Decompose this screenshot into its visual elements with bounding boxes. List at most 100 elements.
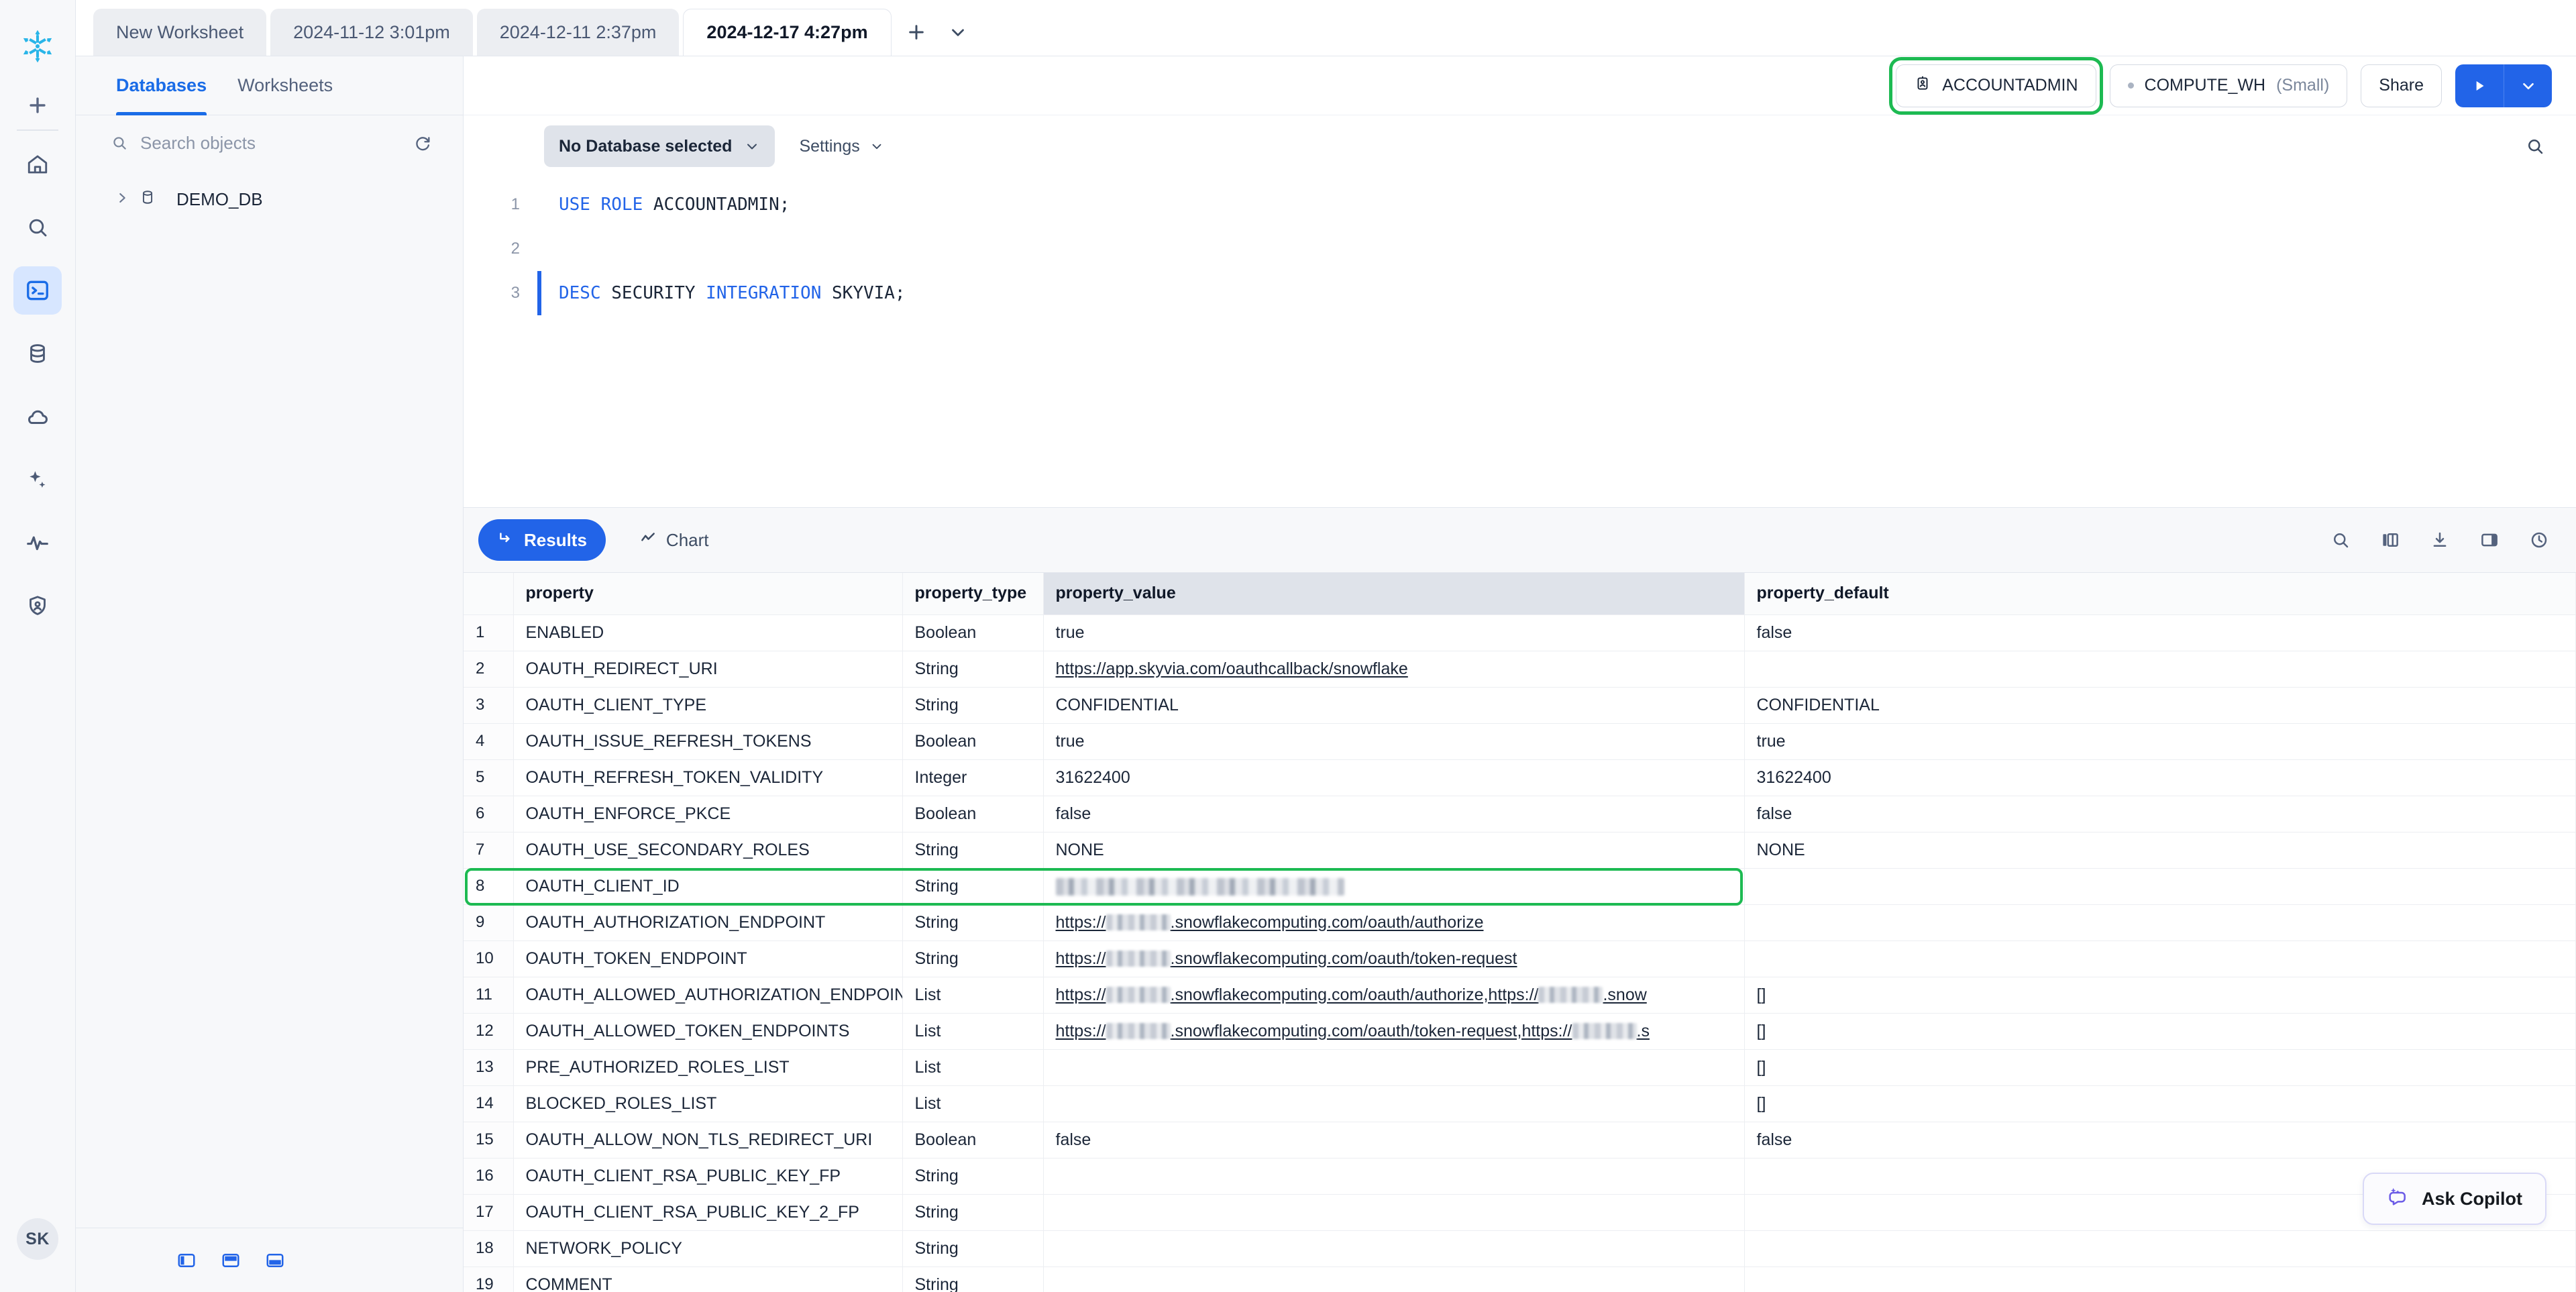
table-row[interactable]: 12 OAUTH_ALLOWED_TOKEN_ENDPOINTS List https… bbox=[464, 1013, 2576, 1050]
results-grid-wrapper[interactable]: property property_type property_value pr… bbox=[464, 572, 2576, 1292]
ask-copilot-button[interactable]: Ask Copilot bbox=[2362, 1173, 2546, 1225]
cell-property-default[interactable]: NONE bbox=[1744, 832, 2576, 869]
table-row[interactable]: 13 PRE_AUTHORIZED_ROLES_LIST List [] bbox=[464, 1049, 2576, 1086]
cell-property-value[interactable]: https://app.skyvia.com/oauthcallback/sno… bbox=[1043, 651, 1745, 688]
table-row[interactable]: 14 BLOCKED_ROLES_LIST List [] bbox=[464, 1085, 2576, 1122]
panel-bottom-icon[interactable] bbox=[221, 1250, 241, 1271]
cell-property-type[interactable]: String bbox=[902, 1158, 1044, 1195]
cell-property-default[interactable] bbox=[1744, 940, 2576, 977]
cell-property[interactable]: OAUTH_ALLOW_NON_TLS_REDIRECT_URI bbox=[513, 1122, 903, 1159]
table-row[interactable]: 2 OAUTH_REDIRECT_URI String https://app.sky… bbox=[464, 651, 2576, 688]
worksheet-tab-0[interactable]: New Worksheet bbox=[93, 9, 267, 56]
plus-icon[interactable] bbox=[896, 9, 937, 56]
cell-property-value[interactable]: false bbox=[1043, 796, 1745, 832]
cell-property-value[interactable] bbox=[1043, 1158, 1745, 1195]
cell-property-type[interactable]: List bbox=[902, 1085, 1044, 1122]
table-row[interactable]: 3 OAUTH_CLIENT_TYPE String CONFIDENTIAL CONF… bbox=[464, 687, 2576, 724]
settings-menu[interactable]: Settings bbox=[799, 137, 883, 156]
cell-property-type[interactable]: Boolean bbox=[902, 1122, 1044, 1159]
cell-property-value[interactable]: https://.snowflakecomputing.com/oauth/au… bbox=[1043, 904, 1745, 941]
marketplace-cloud-icon[interactable] bbox=[13, 392, 62, 441]
cell-property-default[interactable]: false bbox=[1744, 614, 2576, 651]
split-panel-icon[interactable] bbox=[2479, 530, 2500, 550]
cell-property-default[interactable]: [] bbox=[1744, 1085, 2576, 1122]
cell-property-value[interactable] bbox=[1043, 1194, 1745, 1231]
worksheet-tab-2[interactable]: 2024-12-11 2:37pm bbox=[476, 9, 680, 56]
cell-property-type[interactable]: String bbox=[902, 687, 1044, 724]
cell-property[interactable]: OAUTH_TOKEN_ENDPOINT bbox=[513, 940, 903, 977]
column-header-property-value[interactable]: property_value bbox=[1043, 573, 1745, 615]
cell-property-default[interactable]: [] bbox=[1744, 1049, 2576, 1086]
cell-property-type[interactable]: String bbox=[902, 904, 1044, 941]
cell-property[interactable]: OAUTH_CLIENT_TYPE bbox=[513, 687, 903, 724]
chevron-down-icon[interactable] bbox=[2504, 64, 2552, 107]
table-row[interactable]: 16 OAUTH_CLIENT_RSA_PUBLIC_KEY_FP String bbox=[464, 1158, 2576, 1195]
cell-property-default[interactable]: true bbox=[1744, 723, 2576, 760]
cell-property-default[interactable]: [] bbox=[1744, 1013, 2576, 1050]
cell-property-type[interactable]: String bbox=[902, 1267, 1044, 1292]
table-row[interactable]: 11 OAUTH_ALLOWED_AUTHORIZATION_ENDPOINTS L… bbox=[464, 977, 2576, 1014]
sidebar-tab-databases[interactable]: Databases bbox=[116, 56, 207, 115]
download-icon[interactable] bbox=[2430, 530, 2450, 550]
editor-search-icon[interactable] bbox=[2525, 136, 2545, 156]
sidebar-tab-worksheets[interactable]: Worksheets bbox=[237, 56, 333, 115]
admin-shield-icon[interactable] bbox=[13, 582, 62, 630]
cell-property-type[interactable]: String bbox=[902, 651, 1044, 688]
cell-property-value[interactable]: true bbox=[1043, 723, 1745, 760]
cell-property-type[interactable]: Integer bbox=[902, 759, 1044, 796]
cell-property[interactable]: BLOCKED_ROLES_LIST bbox=[513, 1085, 903, 1122]
table-row[interactable]: 19 COMMENT String bbox=[464, 1267, 2576, 1292]
cell-property-value[interactable]: https://.snowflakecomputing.com/oauth/to… bbox=[1043, 940, 1745, 977]
cell-property[interactable]: OAUTH_CLIENT_RSA_PUBLIC_KEY_FP bbox=[513, 1158, 903, 1195]
table-row[interactable]: 17 OAUTH_CLIENT_RSA_PUBLIC_KEY_2_FP String bbox=[464, 1194, 2576, 1231]
worksheet-tab-3[interactable]: 2024-12-17 4:27pm bbox=[683, 9, 892, 56]
home-icon[interactable] bbox=[13, 140, 62, 189]
cell-property[interactable]: OAUTH_AUTHORIZATION_ENDPOINT bbox=[513, 904, 903, 941]
chevron-right-icon[interactable] bbox=[115, 191, 129, 209]
cell-property-type[interactable]: List bbox=[902, 1049, 1044, 1086]
cell-property-default[interactable] bbox=[1744, 651, 2576, 688]
worksheet-tab-1[interactable]: 2024-11-12 3:01pm bbox=[270, 9, 473, 56]
cell-property-type[interactable]: Boolean bbox=[902, 614, 1044, 651]
cell-property[interactable]: OAUTH_ISSUE_REFRESH_TOKENS bbox=[513, 723, 903, 760]
cell-property-default[interactable]: false bbox=[1744, 796, 2576, 832]
cell-property-type[interactable]: String bbox=[902, 1194, 1044, 1231]
column-header-property-default[interactable]: property_default bbox=[1744, 573, 2576, 615]
database-selector[interactable]: No Database selected bbox=[544, 125, 775, 167]
search-icon[interactable] bbox=[13, 203, 62, 252]
chevron-down-icon[interactable] bbox=[937, 9, 979, 56]
cell-property-value[interactable]: 31622400 bbox=[1043, 759, 1745, 796]
cell-property[interactable]: PRE_AUTHORIZED_ROLES_LIST bbox=[513, 1049, 903, 1086]
cell-property-value[interactable] bbox=[1043, 1085, 1745, 1122]
cell-property-value[interactable]: https://.snowflakecomputing.com/oauth/au… bbox=[1043, 977, 1745, 1014]
monitoring-activity-icon[interactable] bbox=[13, 519, 62, 567]
add-new-button[interactable] bbox=[13, 85, 62, 125]
cell-property-default[interactable]: false bbox=[1744, 1122, 2576, 1159]
cell-property[interactable]: COMMENT bbox=[513, 1267, 903, 1292]
table-row[interactable]: 4 OAUTH_ISSUE_REFRESH_TOKENS Boolean true tr… bbox=[464, 723, 2576, 760]
tab-results[interactable]: Results bbox=[478, 519, 606, 561]
cell-property-value[interactable] bbox=[1043, 1049, 1745, 1086]
cell-property-default[interactable] bbox=[1744, 904, 2576, 941]
columns-icon[interactable] bbox=[2380, 530, 2400, 550]
table-row[interactable]: 6 OAUTH_ENFORCE_PKCE Boolean false false bbox=[464, 796, 2576, 832]
table-row[interactable]: 9 OAUTH_AUTHORIZATION_ENDPOINT String https… bbox=[464, 904, 2576, 941]
cell-property[interactable]: OAUTH_REFRESH_TOKEN_VALIDITY bbox=[513, 759, 903, 796]
cell-property-value[interactable]: false bbox=[1043, 1122, 1745, 1159]
cell-property[interactable]: NETWORK_POLICY bbox=[513, 1230, 903, 1267]
cell-property[interactable]: OAUTH_REDIRECT_URI bbox=[513, 651, 903, 688]
cell-property[interactable]: OAUTH_ALLOWED_AUTHORIZATION_ENDPOINTS bbox=[513, 977, 903, 1014]
table-row[interactable]: 7 OAUTH_USE_SECONDARY_ROLES String NONE NONE bbox=[464, 832, 2576, 869]
table-row[interactable]: 15 OAUTH_ALLOW_NON_TLS_REDIRECT_URI Boolea… bbox=[464, 1122, 2576, 1159]
cell-property[interactable]: OAUTH_CLIENT_ID bbox=[513, 868, 903, 905]
cell-property-type[interactable]: String bbox=[902, 868, 1044, 905]
cell-property-value[interactable] bbox=[1043, 1230, 1745, 1267]
table-row[interactable]: 10 OAUTH_TOKEN_ENDPOINT String https://.sno… bbox=[464, 940, 2576, 977]
cell-property-default[interactable]: CONFIDENTIAL bbox=[1744, 687, 2576, 724]
cell-property-value[interactable]: NONE bbox=[1043, 832, 1745, 869]
cell-property-default[interactable]: 31622400 bbox=[1744, 759, 2576, 796]
snowflake-logo[interactable] bbox=[19, 28, 56, 68]
refresh-icon[interactable] bbox=[413, 133, 432, 152]
cell-property-default[interactable] bbox=[1744, 868, 2576, 905]
history-icon[interactable] bbox=[2529, 530, 2549, 550]
